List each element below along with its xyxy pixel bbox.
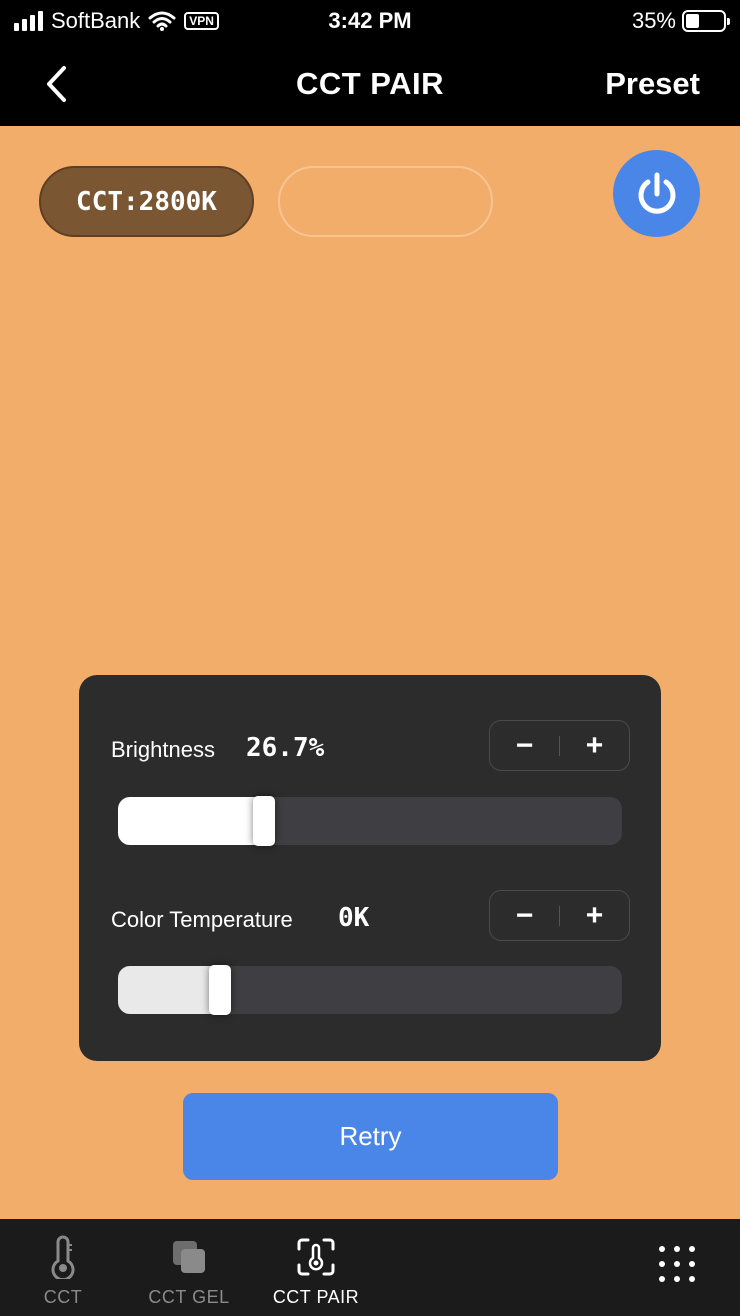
- more-grid-icon: [659, 1246, 695, 1282]
- color-temperature-label: Color Temperature: [111, 907, 293, 932]
- brightness-decrease-button[interactable]: −: [490, 720, 559, 771]
- color-temperature-slider[interactable]: [118, 965, 622, 1015]
- battery-icon: [682, 10, 730, 32]
- gel-layers-icon: [173, 1241, 205, 1273]
- color-temperature-value: 0K: [338, 903, 370, 933]
- tab-cct-pair[interactable]: CCT PAIR: [264, 1219, 368, 1316]
- preset-button[interactable]: Preset: [605, 66, 700, 102]
- retry-button[interactable]: Retry: [183, 1093, 558, 1180]
- power-button[interactable]: [613, 150, 700, 237]
- battery-percent: 35%: [631, 8, 676, 33]
- pair-scan-icon: [297, 1238, 335, 1276]
- brightness-label: Brightness: [111, 737, 215, 762]
- brightness-increase-button[interactable]: +: [560, 720, 629, 771]
- brightness-slider[interactable]: [118, 796, 622, 846]
- color-temperature-stepper: − +: [489, 890, 630, 941]
- tab-cct-gel[interactable]: CCT GEL: [140, 1219, 238, 1316]
- control-panel: Brightness 26.7% − + Color Temperature 0…: [79, 675, 661, 1061]
- nav-bar: CCT PAIR Preset: [0, 42, 740, 126]
- cct-pill[interactable]: CCT:2800K: [39, 166, 254, 237]
- more-menu-button[interactable]: [656, 1243, 698, 1285]
- light-preview-area: CCT:2800K Brightness 26.7% − + Color Tem…: [0, 126, 740, 1219]
- tab-label: CCT: [43, 1287, 83, 1307]
- tab-label: CCT GEL: [148, 1287, 230, 1307]
- tab-label: CCT PAIR: [272, 1287, 360, 1307]
- status-bar: SoftBank VPN 3:42 PM 35%: [0, 0, 740, 42]
- tab-bar: CCT CCT GEL CCT PAIR: [0, 1219, 740, 1316]
- brightness-slider-fill: [118, 797, 264, 845]
- brightness-slider-thumb[interactable]: [253, 796, 275, 846]
- color-temperature-decrease-button[interactable]: −: [490, 890, 559, 941]
- power-icon: [638, 172, 675, 214]
- tab-cct[interactable]: CCT: [22, 1219, 104, 1316]
- color-temperature-increase-button[interactable]: +: [560, 890, 629, 941]
- color-temperature-slider-thumb[interactable]: [209, 965, 231, 1015]
- brightness-stepper: − +: [489, 720, 630, 771]
- status-time: 3:42 PM: [328, 8, 412, 33]
- brightness-value: 26.7%: [246, 733, 325, 763]
- empty-pill[interactable]: [278, 166, 493, 237]
- thermometer-icon: [51, 1235, 75, 1279]
- color-temperature-slider-fill: [118, 966, 220, 1014]
